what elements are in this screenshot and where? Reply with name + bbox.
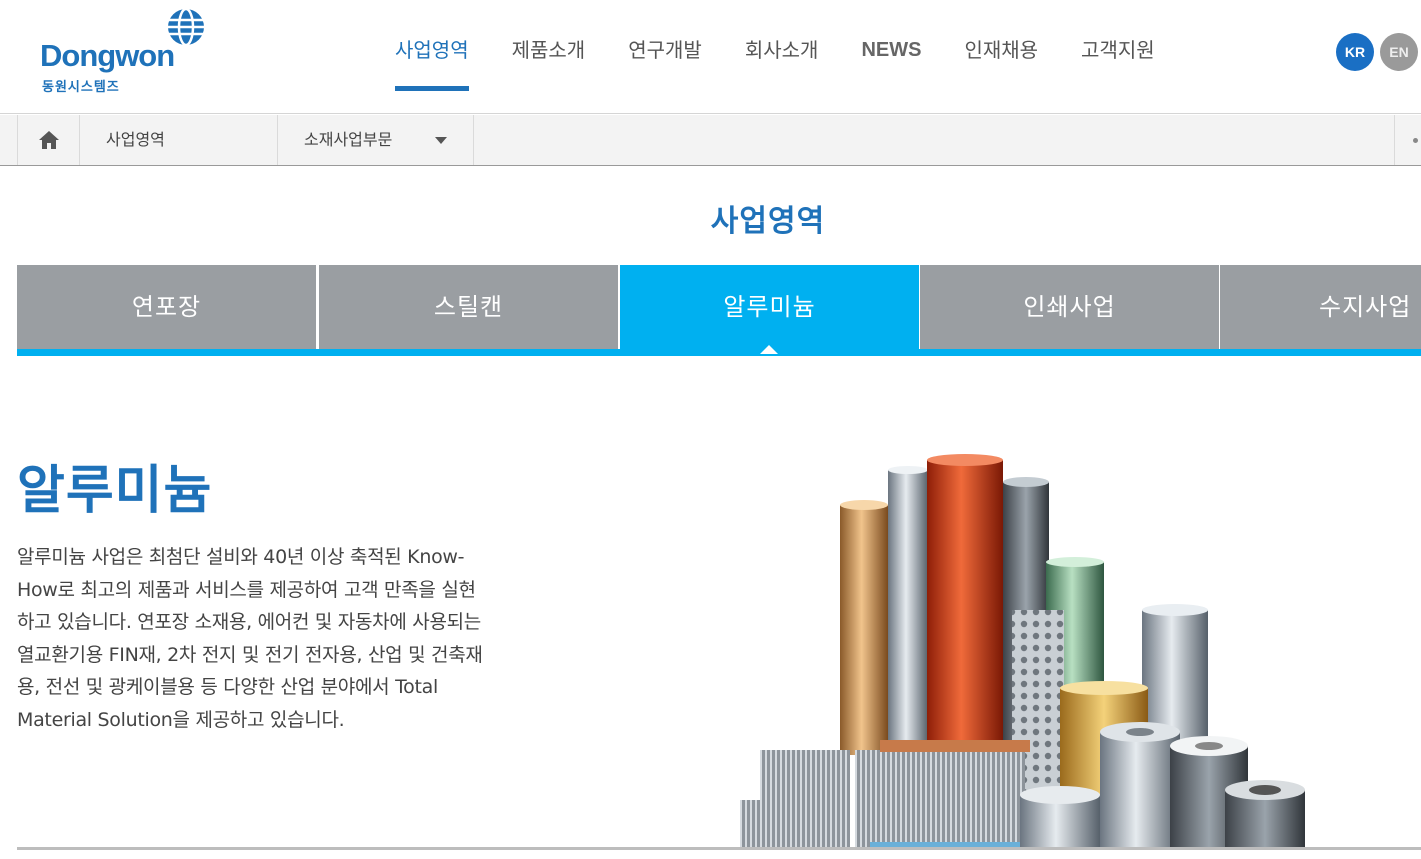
lang-kr-button[interactable]: KR: [1336, 33, 1374, 71]
nav-careers[interactable]: 인재채용: [964, 0, 1038, 114]
main-navigation: 사업영역 제품소개 연구개발 회사소개 NEWS 인재채용 고객지원: [395, 0, 1198, 114]
nav-company[interactable]: 회사소개: [745, 0, 819, 114]
nav-news[interactable]: NEWS: [861, 0, 921, 114]
content-description: 알루미늄 사업은 최첨단 설비와 40년 이상 축적된 Know-How로 최고…: [17, 546, 483, 731]
tab-printing[interactable]: 인쇄사업: [920, 265, 1219, 349]
dot-icon: [1413, 138, 1418, 143]
site-header: Dongwon 동원시스템즈 사업영역 제품소개 연구개발 회사소개 NEWS …: [0, 0, 1421, 114]
nav-support[interactable]: 고객지원: [1081, 0, 1155, 114]
content-title: 알루미늄: [17, 461, 213, 521]
page-title: 사업영역: [710, 204, 826, 239]
tab-aluminum[interactable]: 알루미늄: [620, 265, 919, 349]
breadcrumb: 사업영역 소재사업부문: [0, 115, 1421, 166]
dongwon-logo[interactable]: Dongwon 동원시스템즈: [40, 8, 210, 98]
logo-wordmark: Dongwon: [40, 38, 175, 73]
business-tabs: 연포장 스틸캔 알루미늄 인쇄사업 수지사업: [17, 265, 1421, 356]
tabs-underline: [17, 349, 1421, 356]
breadcrumb-level1-label: 사업영역: [106, 130, 165, 149]
breadcrumb-level2-dropdown[interactable]: 소재사업부문: [278, 115, 474, 165]
lang-en-button[interactable]: EN: [1380, 33, 1418, 71]
tab-steel-can[interactable]: 스틸캔: [319, 265, 618, 349]
caret-down-icon: [435, 137, 447, 144]
tab-flexible-packaging[interactable]: 연포장: [17, 265, 316, 349]
nav-products[interactable]: 제품소개: [512, 0, 586, 114]
content-divider: [17, 847, 1421, 850]
aluminum-products-image: [740, 454, 1305, 850]
home-icon: [38, 131, 59, 149]
tab-resin[interactable]: 수지사업: [1220, 265, 1421, 349]
breadcrumb-level1[interactable]: 사업영역: [80, 115, 278, 165]
breadcrumb-level2-label: 소재사업부문: [304, 130, 393, 149]
breadcrumb-share[interactable]: [1394, 115, 1421, 165]
nav-research[interactable]: 연구개발: [628, 0, 702, 114]
breadcrumb-home[interactable]: [17, 115, 80, 165]
logo-subtitle: 동원시스템즈: [42, 80, 120, 95]
active-tab-pointer: [760, 345, 778, 354]
nav-business-areas[interactable]: 사업영역: [395, 0, 469, 114]
